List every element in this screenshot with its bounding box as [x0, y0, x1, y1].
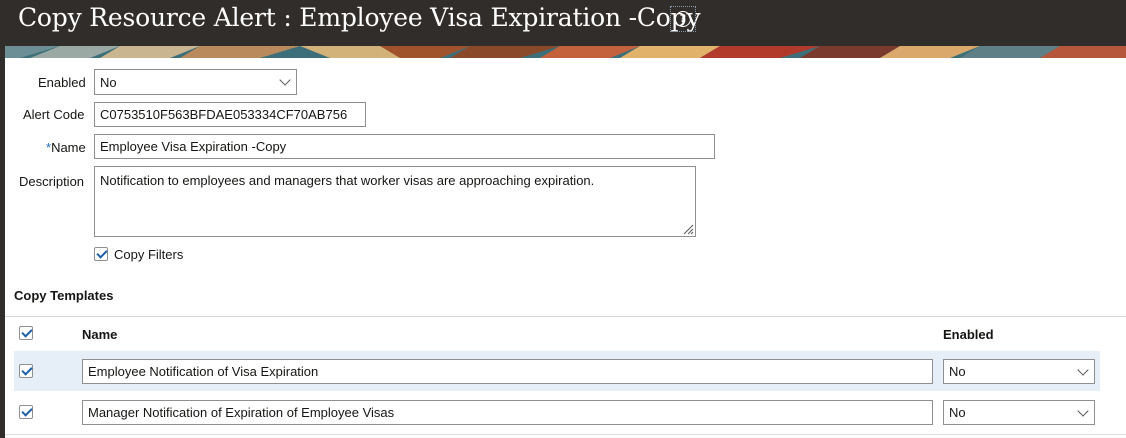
page-title: Copy Resource Alert : Employee Visa Expi… [18, 3, 701, 32]
row-1-enabled-select[interactable]: No [943, 359, 1095, 384]
alert-code-input[interactable]: C0753510F563BFDAE053334CF70AB756 [94, 102, 366, 127]
name-label-text: Name [51, 140, 86, 155]
chevron-down-icon [279, 74, 291, 86]
enabled-select[interactable]: No [94, 69, 297, 95]
row-2-name-input[interactable]: Manager Notification of Expiration of Em… [82, 400, 933, 425]
row-2-name-value: Manager Notification of Expiration of Em… [88, 405, 395, 420]
section-divider [5, 316, 1126, 317]
row-2-enabled-select[interactable]: No [943, 400, 1095, 425]
alert-code-label: Alert Code [23, 107, 85, 122]
enabled-select-value: No [100, 74, 117, 90]
help-button[interactable]: ? [670, 6, 696, 32]
column-header-name[interactable]: Name [82, 327, 117, 342]
name-label: *Name [46, 140, 86, 155]
row-2-checkbox[interactable] [19, 405, 33, 419]
left-edge-bar [0, 46, 5, 438]
copy-filters-checkbox[interactable] [94, 247, 108, 261]
description-label: Description [19, 174, 85, 189]
copy-filters-label: Copy Filters [114, 247, 184, 262]
select-all-checkbox[interactable] [19, 326, 33, 340]
help-icon: ? [675, 11, 691, 27]
page-header: Copy Resource Alert : Employee Visa Expi… [0, 0, 1126, 46]
table-bottom-divider [5, 434, 1126, 435]
chevron-down-icon [1077, 404, 1089, 417]
copy-templates-heading: Copy Templates [14, 288, 114, 303]
row-1-name-value: Employee Notification of Visa Expiration [88, 364, 319, 379]
column-header-enabled[interactable]: Enabled [943, 327, 994, 342]
decorative-banner [0, 46, 1126, 58]
description-textarea[interactable]: Notification to employees and managers t… [94, 166, 696, 237]
resize-grip-icon[interactable] [682, 223, 694, 235]
row-2-enabled-value: No [949, 405, 966, 420]
row-1-enabled-value: No [949, 364, 966, 379]
row-1-checkbox[interactable] [19, 364, 33, 378]
row-1-name-input[interactable]: Employee Notification of Visa Expiration [82, 359, 933, 384]
enabled-label: Enabled [38, 75, 86, 90]
name-value: Employee Visa Expiration -Copy [100, 139, 287, 154]
chevron-down-icon [1077, 363, 1089, 376]
alert-code-value: C0753510F563BFDAE053334CF70AB756 [100, 107, 348, 122]
name-input[interactable]: Employee Visa Expiration -Copy [94, 134, 715, 159]
description-value: Notification to employees and managers t… [100, 173, 595, 188]
